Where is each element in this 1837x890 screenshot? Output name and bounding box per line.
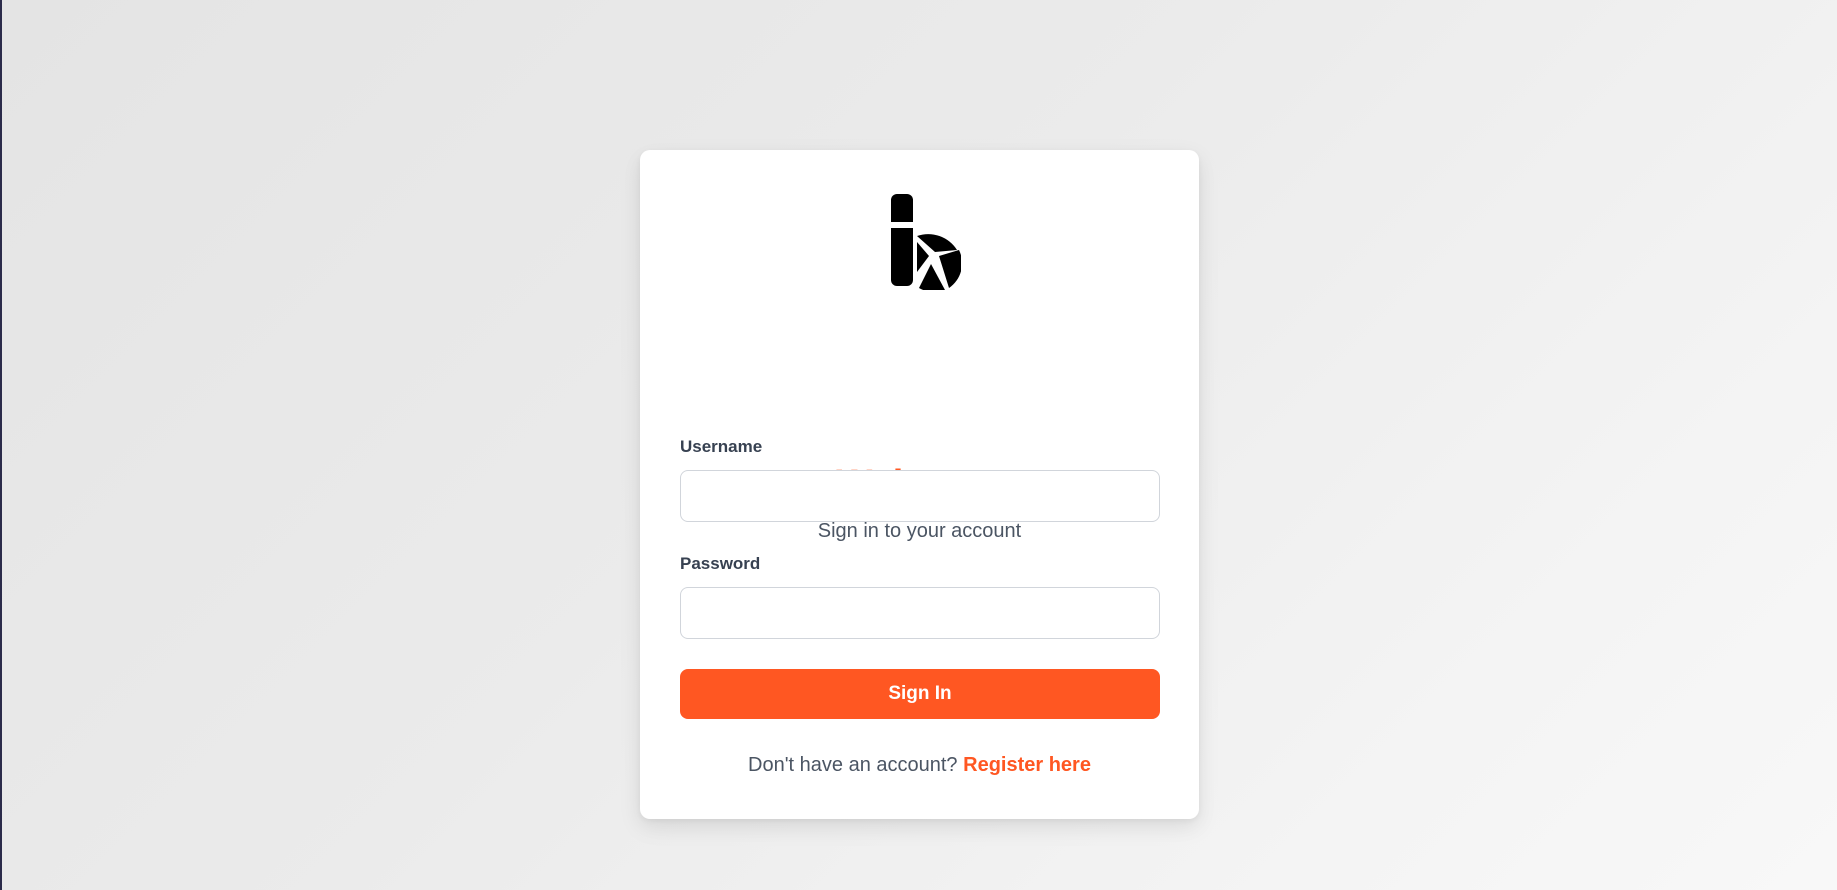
password-label: Password — [680, 554, 761, 573]
password-input[interactable] — [680, 587, 1160, 639]
register-link[interactable]: Register here — [963, 754, 1091, 776]
window-left-edge — [0, 0, 2, 890]
login-card: Welcome Sign in to your account Username… — [640, 150, 1199, 819]
brand-logo-icon — [891, 194, 961, 290]
username-input[interactable] — [680, 470, 1160, 522]
register-prompt: Don't have an account? Register here — [640, 752, 1199, 778]
username-label: Username — [680, 437, 763, 456]
sign-in-button[interactable]: Sign In — [680, 669, 1160, 719]
register-prompt-text: Don't have an account? — [748, 754, 958, 776]
